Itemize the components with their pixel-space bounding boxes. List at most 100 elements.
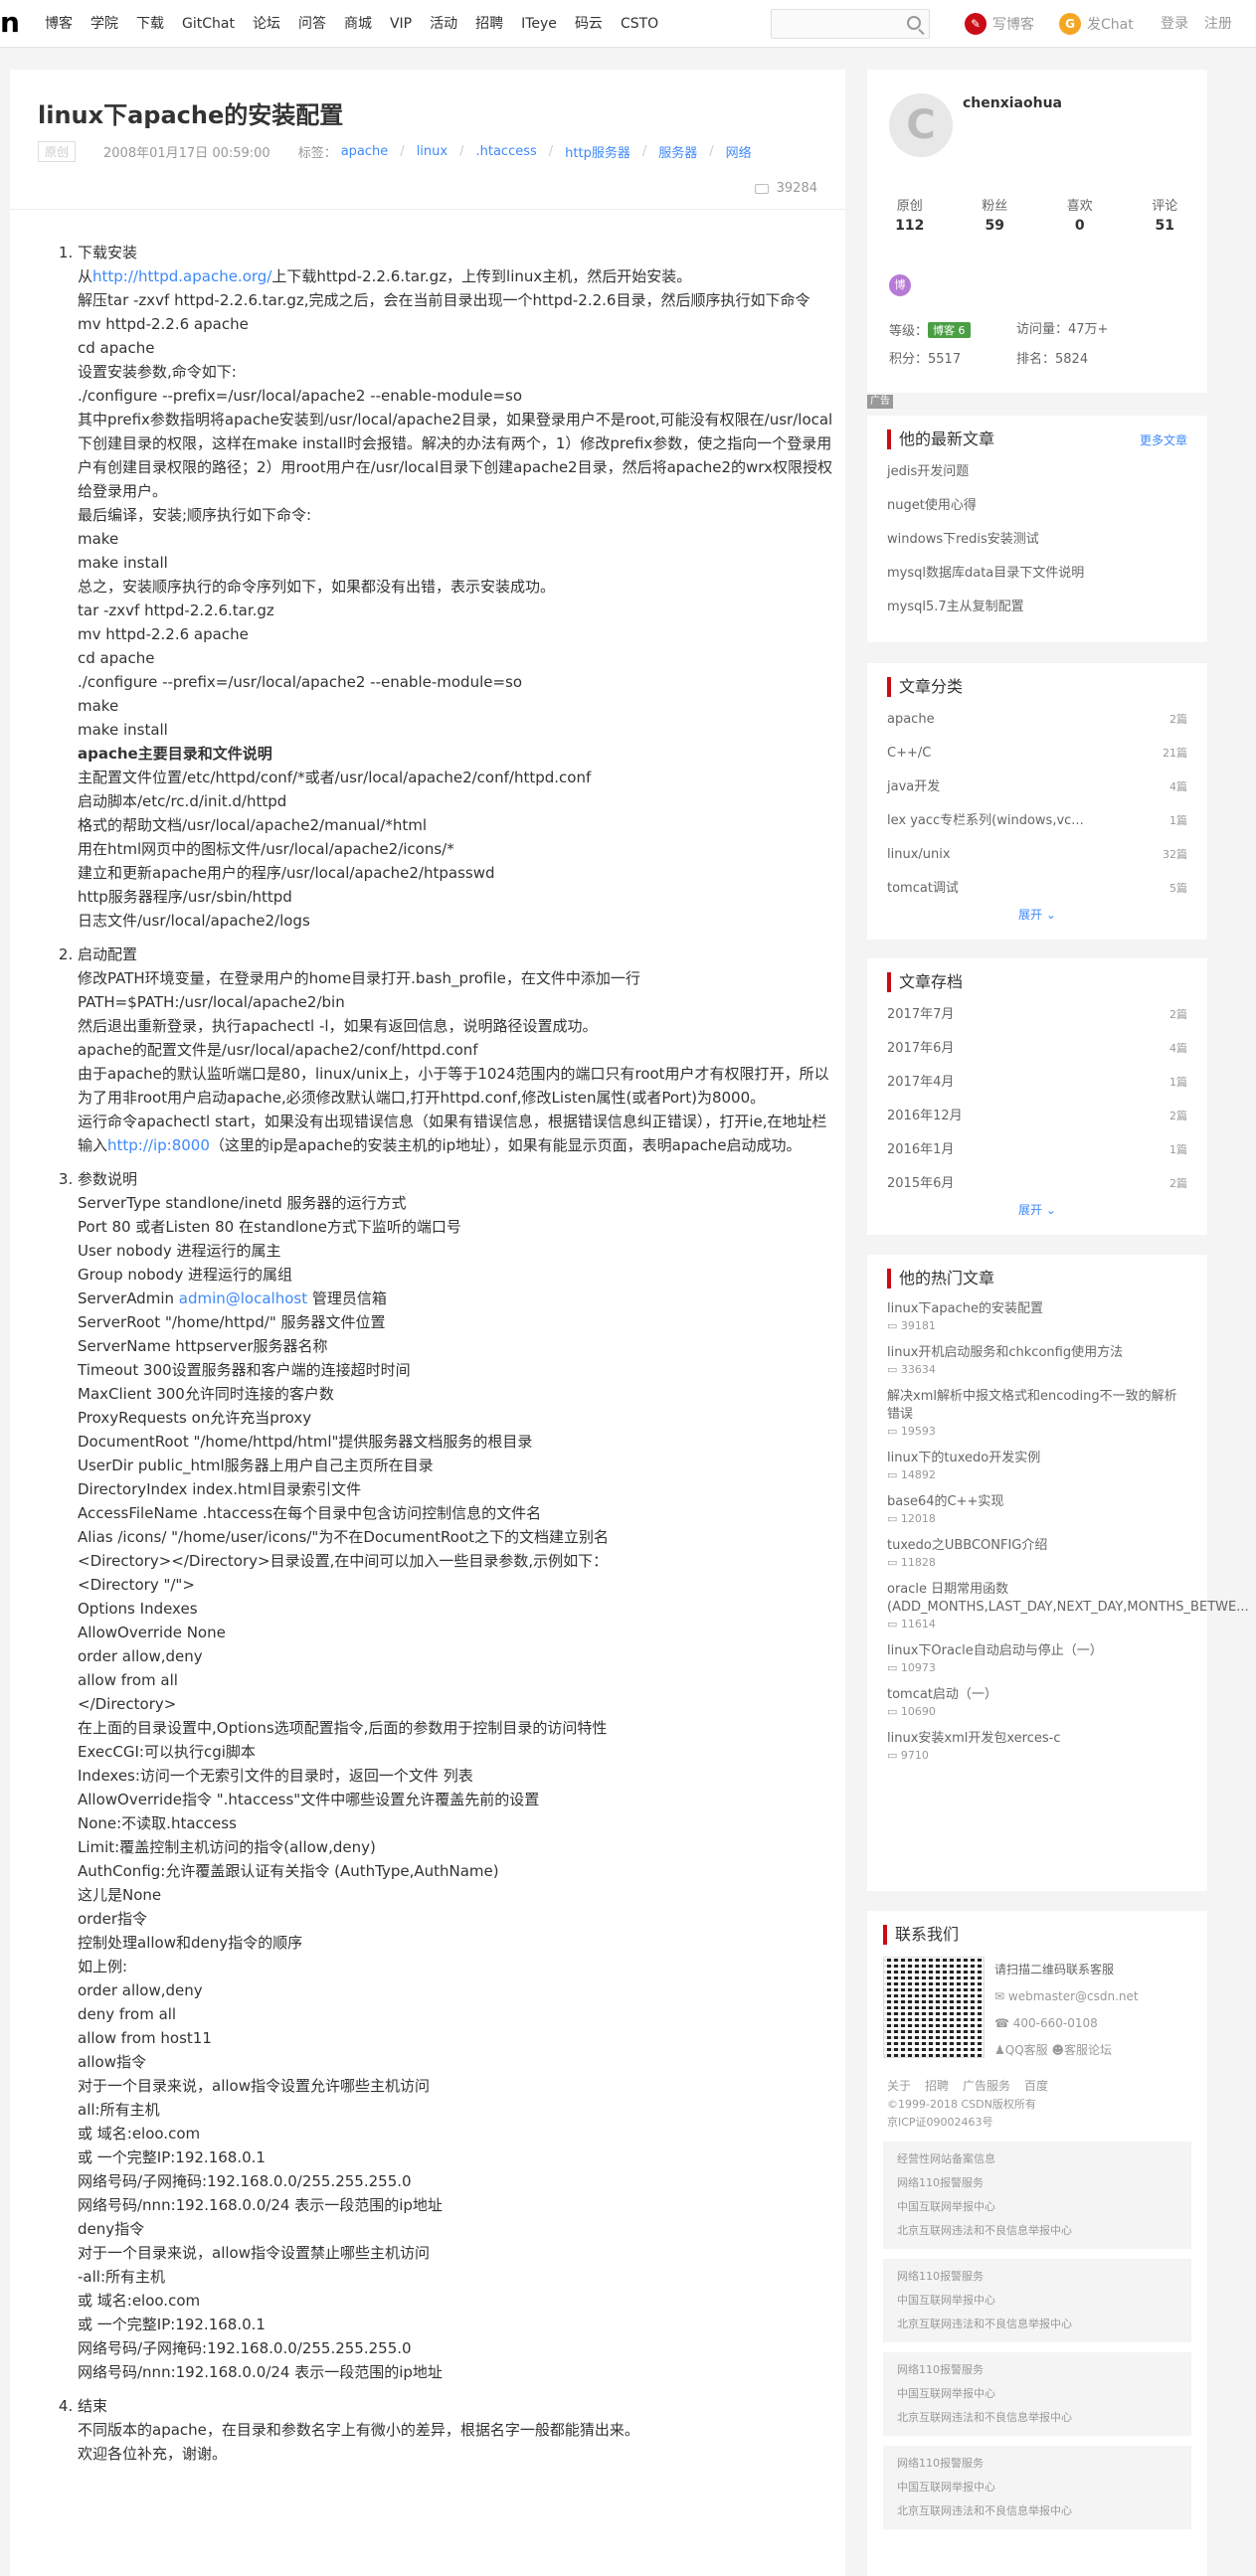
- hot-article-link[interactable]: linux下的tuxedo开发实例: [887, 1450, 1187, 1467]
- content-line: 从http://httpd.apache.org/上下载httpd-2.2.6.…: [78, 264, 833, 288]
- admin-email-link[interactable]: admin@localhost: [179, 1289, 307, 1307]
- archive-item[interactable]: 2017年7月 2篇: [887, 998, 1187, 1032]
- footer-link[interactable]: 招聘: [925, 2076, 949, 2096]
- search-icon[interactable]: [907, 16, 921, 30]
- stat-item[interactable]: 原创 112: [867, 195, 953, 234]
- icp-number[interactable]: 京ICP证09002463号: [883, 2114, 1191, 2132]
- stat-item[interactable]: 喜欢 0: [1037, 195, 1123, 234]
- apache-link[interactable]: http://httpd.apache.org/: [92, 267, 271, 285]
- content-line: ./configure --prefix=/usr/local/apache2 …: [78, 387, 523, 405]
- nav-item-8[interactable]: 活动: [421, 0, 466, 48]
- search-input[interactable]: [771, 9, 930, 39]
- ip-link[interactable]: http://ip:8000: [107, 1136, 210, 1154]
- author-name[interactable]: chenxiaohua: [963, 95, 1062, 111]
- report-link[interactable]: 北京互联网违法和不良信息举报中心: [897, 2499, 1177, 2523]
- nav-item-10[interactable]: ITeye: [512, 0, 566, 48]
- latest-article-link[interactable]: mysql5.7主从复制配置: [887, 591, 1187, 624]
- nav-item-1[interactable]: 学院: [82, 0, 127, 48]
- stat-item[interactable]: 评论 51: [1123, 195, 1208, 234]
- medal-icon[interactable]: 博: [889, 274, 911, 296]
- hot-article-link[interactable]: linux安装xml开发包xerces-c: [887, 1730, 1187, 1748]
- nav-item-4[interactable]: 论坛: [244, 0, 289, 48]
- category-item[interactable]: C++/C 21篇: [887, 737, 1187, 771]
- hot-article-link[interactable]: tomcat启动（一）: [887, 1686, 1187, 1704]
- copyright: ©1999-2018 CSDN版权所有: [887, 2098, 1036, 2111]
- tag-link[interactable]: 网络: [726, 142, 752, 161]
- tag-link[interactable]: http服务器: [565, 142, 630, 161]
- archive-item[interactable]: 2017年4月 1篇: [887, 1066, 1187, 1100]
- archive-item[interactable]: 2017年6月 4篇: [887, 1032, 1187, 1066]
- latest-article-link[interactable]: nuget使用心得: [887, 489, 1187, 523]
- archive-item[interactable]: 2016年1月 1篇: [887, 1133, 1187, 1167]
- more-articles-link[interactable]: 更多文章: [1140, 431, 1187, 448]
- hot-article-link[interactable]: linux下Oracle自动启动与停止（一）: [887, 1642, 1187, 1660]
- latest-article-link[interactable]: jedis开发问题: [887, 455, 1187, 489]
- tag-link[interactable]: .htaccess: [475, 144, 536, 159]
- category-item[interactable]: java开发 4篇: [887, 771, 1187, 804]
- tag-link[interactable]: linux: [417, 144, 448, 159]
- expand-archive-button[interactable]: 展开 ⌄: [887, 1201, 1187, 1218]
- nav-item-9[interactable]: 招聘: [466, 0, 512, 48]
- report-link[interactable]: 中国互联网举报中心: [897, 2195, 1177, 2219]
- nav-item-5[interactable]: 问答: [289, 0, 335, 48]
- hot-article-link[interactable]: base64的C++实现: [887, 1493, 1187, 1511]
- content-line: 或 域名:eloo.com: [78, 2292, 201, 2310]
- category-item-count: 21篇: [1163, 747, 1187, 760]
- hot-article-link[interactable]: 解决xml解析中报文格式和encoding不一致的解析错误: [887, 1388, 1187, 1424]
- report-link[interactable]: 网络110报警服务: [897, 2265, 1177, 2289]
- report-link[interactable]: 中国互联网举报中心: [897, 2476, 1177, 2499]
- category-item[interactable]: linux/unix 32篇: [887, 838, 1187, 872]
- nav-item-3[interactable]: GitChat: [173, 0, 244, 48]
- category-item[interactable]: apache 2篇: [887, 703, 1187, 737]
- content-line: 其中prefix参数指明将apache安装到/usr/local/apache2…: [78, 411, 833, 500]
- nav-item-0[interactable]: 博客: [36, 0, 82, 48]
- forum-link[interactable]: 客服论坛: [1064, 2043, 1112, 2057]
- report-link[interactable]: 网络110报警服务: [897, 2452, 1177, 2476]
- email-link[interactable]: webmaster@csdn.net: [1008, 1989, 1139, 2003]
- report-link[interactable]: 中国互联网举报中心: [897, 2382, 1177, 2406]
- write-blog-button[interactable]: ✎ 写博客: [965, 13, 1034, 35]
- tag-link[interactable]: 服务器: [658, 142, 697, 161]
- login-link[interactable]: 登录: [1161, 13, 1188, 33]
- hot-article-link[interactable]: linux开机启动服务和chkconfig使用方法: [887, 1344, 1187, 1362]
- footer-link[interactable]: 关于: [887, 2076, 911, 2096]
- report-link[interactable]: 中国互联网举报中心: [897, 2289, 1177, 2313]
- nav-item-6[interactable]: 商城: [335, 0, 381, 48]
- chevron-down-icon: ⌄: [1045, 1203, 1056, 1217]
- gitchat-button[interactable]: G 发Chat: [1059, 13, 1134, 35]
- latest-article-link[interactable]: mysql数据库data目录下文件说明: [887, 557, 1187, 591]
- archive-item[interactable]: 2016年12月 2篇: [887, 1100, 1187, 1133]
- register-link[interactable]: 注册: [1204, 13, 1232, 33]
- hot-article-link[interactable]: linux下apache的安装配置: [887, 1300, 1187, 1318]
- footer-link[interactable]: 广告服务: [963, 2076, 1010, 2096]
- qq-link[interactable]: QQ客服: [1005, 2043, 1048, 2057]
- content-line: make: [78, 530, 119, 548]
- archive-item[interactable]: 2015年6月 2篇: [887, 1167, 1187, 1201]
- hot-article-link[interactable]: tuxedo之UBBCONFIG介绍: [887, 1537, 1187, 1555]
- nav-item-12[interactable]: CSTO: [612, 0, 667, 48]
- report-link[interactable]: 网络110报警服务: [897, 2358, 1177, 2382]
- latest-article-link[interactable]: windows下redis安装测试: [887, 523, 1187, 557]
- report-link[interactable]: 北京互联网违法和不良信息举报中心: [897, 2219, 1177, 2243]
- hot-article-views: ▭ 11828: [887, 1555, 1187, 1571]
- category-item[interactable]: tomcat调试 5篇: [887, 872, 1187, 906]
- nav-item-11[interactable]: 码云: [566, 0, 612, 48]
- csdn-logo[interactable]: n: [0, 6, 20, 39]
- hot-title: 他的热门文章: [887, 1269, 1187, 1288]
- report-link[interactable]: 北京互联网违法和不良信息举报中心: [897, 2313, 1177, 2336]
- visits-value: 47万+: [1068, 322, 1109, 337]
- report-link[interactable]: 北京互联网违法和不良信息举报中心: [897, 2406, 1177, 2430]
- tag-link[interactable]: apache: [341, 144, 389, 159]
- stat-item[interactable]: 粉丝 59: [953, 195, 1038, 234]
- report-box: 网络110报警服务 中国互联网举报中心 北京互联网违法和不良信息举报中心: [883, 2446, 1191, 2529]
- avatar[interactable]: C: [889, 93, 953, 157]
- report-link[interactable]: 网络110报警服务: [897, 2171, 1177, 2195]
- nav-item-7[interactable]: VIP: [381, 0, 421, 48]
- category-item[interactable]: lex yacc专栏系列(windows,vc... 1篇: [887, 804, 1187, 838]
- expand-categories-button[interactable]: 展开 ⌄: [887, 906, 1187, 923]
- footer-link[interactable]: 百度: [1024, 2076, 1048, 2096]
- archive-item-count: 1篇: [1169, 1076, 1187, 1089]
- nav-item-2[interactable]: 下载: [127, 0, 173, 48]
- report-title[interactable]: 经营性网站备案信息: [897, 2147, 1177, 2171]
- hot-article-link[interactable]: oracle 日期常用函数 (ADD_MONTHS,LAST_DAY,NEXT_…: [887, 1581, 1249, 1617]
